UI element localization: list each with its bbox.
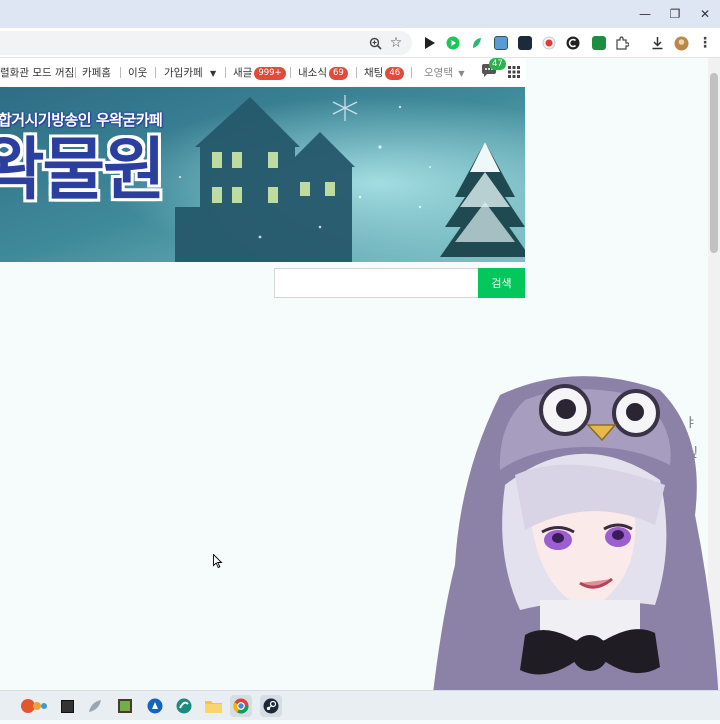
zoom-icon[interactable] bbox=[366, 34, 384, 52]
c-extension-icon[interactable] bbox=[564, 34, 582, 52]
cafe-top-nav: 렬화관 모드 꺼짐 카페홈 이웃 가입카페 ▼ 새글 999+ 내소식 69 채팅 4… bbox=[0, 58, 526, 86]
blue-arrow-app-icon[interactable] bbox=[144, 695, 166, 717]
browser-title-bar: — ❐ ✕ bbox=[0, 0, 720, 28]
chat-count-badge: 47 bbox=[489, 58, 506, 70]
nav-divider bbox=[155, 67, 156, 78]
chat-badge: 46 bbox=[385, 67, 405, 80]
nav-divider bbox=[356, 67, 357, 78]
minimize-button[interactable]: — bbox=[630, 4, 660, 24]
windows-taskbar bbox=[0, 690, 720, 720]
restore-button[interactable]: ❐ bbox=[660, 4, 690, 24]
nav-divider bbox=[120, 67, 121, 78]
cafe-search: 검색 bbox=[274, 268, 525, 298]
minecraft-app-icon[interactable] bbox=[114, 695, 136, 717]
nav-item-chat-label: 채팅 bbox=[364, 67, 384, 79]
terminal-app-icon[interactable] bbox=[56, 695, 78, 717]
nav-item-new-posts[interactable]: 새글 999+ bbox=[233, 65, 286, 80]
address-bar[interactable]: ☆ bbox=[0, 31, 412, 55]
red-extension-icon[interactable] bbox=[540, 34, 558, 52]
search-input[interactable] bbox=[274, 268, 479, 298]
nav-item-user-menu[interactable]: 오영택 ▼ bbox=[424, 65, 464, 80]
search-button[interactable]: 검색 bbox=[478, 268, 525, 298]
photo-extension-icon[interactable] bbox=[492, 34, 510, 52]
nav-item-neighbors[interactable]: 이웃 bbox=[128, 65, 147, 80]
green-box-extension-icon[interactable] bbox=[590, 34, 608, 52]
nav-item-cafe-home[interactable]: 카페홈 bbox=[82, 65, 111, 80]
browser-toolbar: ☆ ⋮ bbox=[0, 28, 720, 58]
nav-item-my-news-label: 내소식 bbox=[298, 67, 327, 79]
dark-extension-icon[interactable] bbox=[516, 34, 534, 52]
nav-divider bbox=[75, 67, 76, 78]
steam-app-icon[interactable] bbox=[260, 695, 282, 717]
new-posts-badge: 999+ bbox=[254, 67, 286, 80]
nav-item-new-posts-label: 새글 bbox=[233, 67, 253, 79]
nav-divider bbox=[411, 67, 412, 78]
scrollbar-thumb[interactable] bbox=[710, 73, 718, 253]
user-name-label: 오영택 bbox=[424, 67, 453, 79]
file-explorer-icon[interactable] bbox=[202, 695, 224, 717]
nav-item-joined-cafes[interactable]: 가입카페 ▼ bbox=[164, 65, 216, 80]
nav-divider bbox=[290, 67, 291, 78]
nav-item-mode[interactable]: 렬화관 모드 꺼짐 bbox=[0, 65, 74, 80]
banner-subtitle: 합거시기방송인 우왁굳카페 bbox=[0, 111, 163, 129]
caret-down-icon: ▼ bbox=[458, 69, 465, 78]
colorful-app-icon[interactable] bbox=[20, 695, 48, 717]
vtuber-avatar bbox=[430, 365, 720, 720]
caret-down-icon: ▼ bbox=[209, 69, 217, 78]
nav-item-chat[interactable]: 채팅 46 bbox=[364, 65, 405, 80]
nav-item-my-news[interactable]: 내소식 69 bbox=[298, 65, 348, 80]
more-menu-icon[interactable]: ⋮ bbox=[696, 34, 714, 52]
play-icon[interactable] bbox=[420, 34, 438, 52]
apps-grid-icon[interactable] bbox=[508, 66, 520, 78]
nav-divider bbox=[225, 67, 226, 78]
close-button[interactable]: ✕ bbox=[690, 4, 720, 24]
download-icon[interactable] bbox=[648, 34, 666, 52]
nav-item-joined-cafes-label: 가입카페 bbox=[164, 67, 203, 79]
banner-title: 왁물원 bbox=[0, 131, 166, 210]
teal-app-icon[interactable] bbox=[173, 695, 195, 717]
extensions-puzzle-icon[interactable] bbox=[613, 34, 631, 52]
cafe-banner[interactable]: 합거시기방송인 우왁굳카페 왁물원 bbox=[0, 87, 525, 262]
feather-app-icon[interactable] bbox=[84, 695, 106, 717]
profile-avatar[interactable] bbox=[672, 34, 690, 52]
green-play-extension-icon[interactable] bbox=[444, 34, 462, 52]
leaf-extension-icon[interactable] bbox=[468, 34, 486, 52]
bookmark-star-icon[interactable]: ☆ bbox=[387, 34, 405, 52]
mouse-cursor-icon bbox=[213, 553, 223, 572]
my-news-badge: 69 bbox=[328, 67, 348, 80]
chrome-app-icon[interactable] bbox=[230, 695, 252, 717]
